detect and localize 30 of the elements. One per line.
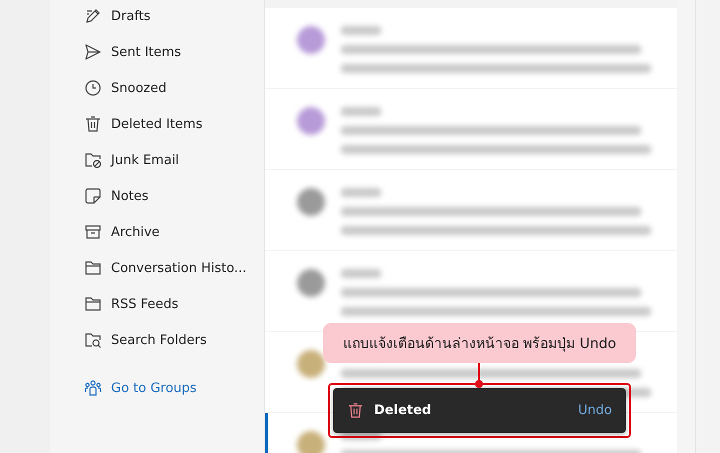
- folder-item[interactable]: Archive: [50, 214, 264, 250]
- folder-item[interactable]: Snoozed: [50, 70, 264, 106]
- folder-item[interactable]: Drafts: [50, 0, 264, 34]
- folder-icon: [84, 259, 102, 277]
- folder-item[interactable]: Deleted Items: [50, 106, 264, 142]
- trash-icon: [347, 402, 364, 419]
- folder-item[interactable]: Conversation Histo...: [50, 250, 264, 286]
- pencil-icon: [84, 7, 102, 25]
- groups-link[interactable]: Go to Groups: [50, 370, 264, 406]
- annotation-callout: แถบแจ้งเตือนด้านล่างหน้าจอ พร้อมปุ่ม Undo: [323, 323, 636, 363]
- blurred-line: [341, 188, 381, 197]
- folder-item[interactable]: RSS Feeds: [50, 286, 264, 322]
- people-icon: [84, 379, 102, 397]
- folder-icon: [84, 295, 102, 313]
- note-icon: [84, 187, 102, 205]
- archive-icon: [84, 223, 102, 241]
- folder-item[interactable]: Junk Email: [50, 142, 264, 178]
- folder-blocked-icon: [84, 151, 102, 169]
- trash-icon: [84, 115, 102, 133]
- undo-button[interactable]: Undo: [578, 403, 612, 418]
- blurred-line: [341, 26, 381, 35]
- toast-message: Deleted: [374, 403, 432, 418]
- folder-item[interactable]: Notes: [50, 178, 264, 214]
- blurred-line: [341, 107, 381, 116]
- folder-search-icon: [84, 331, 102, 349]
- folder-item[interactable]: Search Folders: [50, 322, 264, 358]
- send-icon: [84, 43, 102, 61]
- clock-icon: [84, 79, 102, 97]
- folder-item[interactable]: Sent Items: [50, 34, 264, 70]
- blurred-line: [341, 269, 381, 278]
